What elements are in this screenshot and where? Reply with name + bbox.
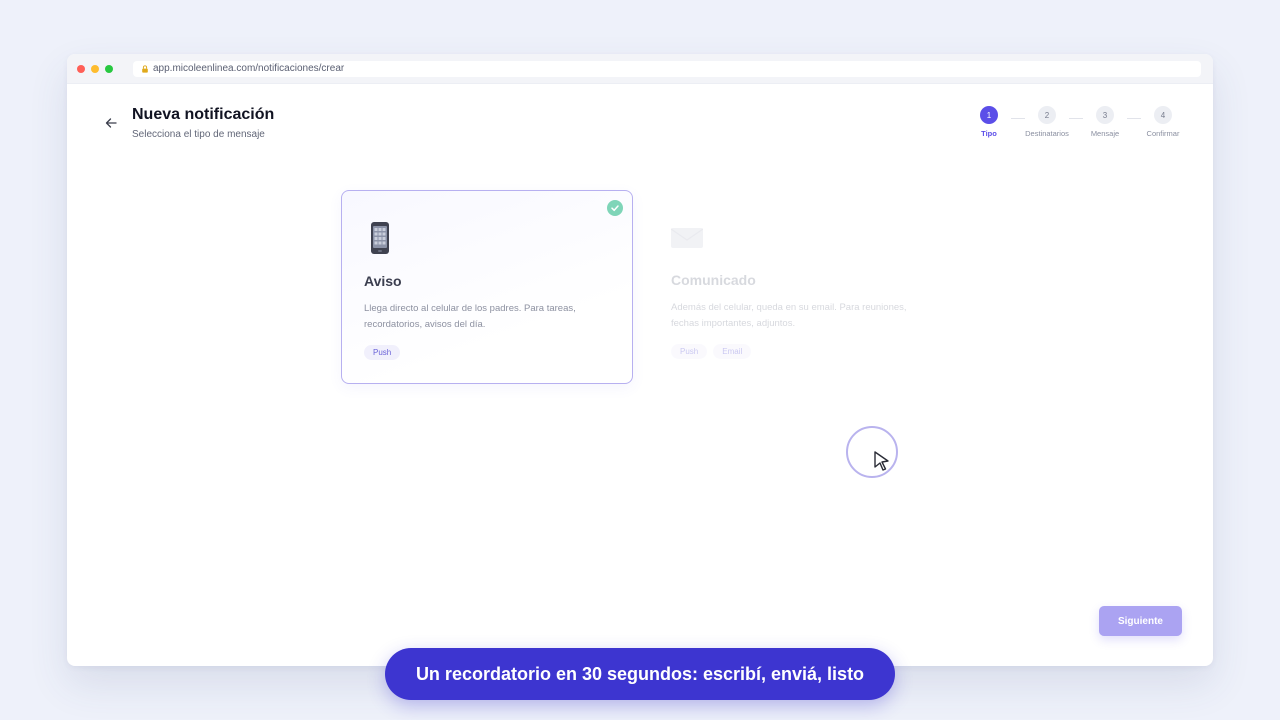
- step-number: 2: [1038, 106, 1056, 124]
- channel-chips: Push: [364, 345, 401, 360]
- step-tipo[interactable]: 1 Tipo: [967, 106, 1011, 138]
- minimize-window-button[interactable]: [91, 64, 99, 73]
- url-text: app.micoleenlinea.com/notificaciones/cre…: [153, 63, 345, 74]
- card-aviso[interactable]: Aviso Llega directo al celular de los pa…: [341, 190, 633, 384]
- envelope-icon: [671, 228, 703, 248]
- window-controls: [77, 64, 113, 73]
- page-title: Nueva notificación: [132, 106, 275, 123]
- card-description: Además del celular, queda en su email. P…: [671, 302, 907, 329]
- step-label: Confirmar: [1146, 129, 1180, 138]
- mouse-pointer-icon: [874, 451, 889, 471]
- card-comunicado[interactable]: Comunicado Además del celular, queda en …: [649, 190, 941, 384]
- step-label: Destinatarios: [1025, 129, 1069, 138]
- browser-chrome: app.micoleenlinea.com/notificaciones/cre…: [67, 54, 1213, 84]
- card-title: Comunicado: [671, 272, 756, 288]
- chip-push: Push: [364, 345, 401, 360]
- browser-window: app.micoleenlinea.com/notificaciones/cre…: [67, 54, 1213, 666]
- step-label: Mensaje: [1090, 129, 1120, 138]
- video-caption: Un recordatorio en 30 segundos: escribí,…: [385, 648, 895, 700]
- page-content: Nueva notificación Selecciona el tipo de…: [67, 84, 1213, 666]
- check-icon: [607, 200, 623, 216]
- step-connector: [1011, 118, 1025, 119]
- stepper: 1 Tipo 2 Destinatarios 3 Mensaje 4 Confi…: [967, 106, 1185, 138]
- lock-icon: [142, 64, 148, 73]
- card-title: Aviso: [364, 273, 402, 289]
- back-arrow-icon[interactable]: [104, 116, 118, 130]
- chip-email: Email: [713, 344, 752, 359]
- channel-chips: Push Email: [671, 344, 752, 359]
- close-window-button[interactable]: [77, 64, 85, 73]
- step-connector: [1127, 118, 1141, 119]
- card-description: Llega directo al celular de los padres. …: [364, 303, 576, 330]
- chip-push: Push: [671, 344, 708, 359]
- step-connector: [1069, 118, 1083, 119]
- step-number: 3: [1096, 106, 1114, 124]
- address-bar[interactable]: app.micoleenlinea.com/notificaciones/cre…: [133, 60, 1201, 77]
- step-number: 1: [980, 106, 998, 124]
- mobile-phone-icon: [371, 222, 389, 254]
- next-button[interactable]: Siguiente: [1099, 606, 1182, 636]
- step-mensaje[interactable]: 3 Mensaje: [1083, 106, 1127, 138]
- step-label: Tipo: [981, 129, 997, 138]
- page-subtitle: Selecciona el tipo de mensaje: [132, 129, 265, 140]
- maximize-window-button[interactable]: [105, 64, 113, 73]
- step-confirmar[interactable]: 4 Confirmar: [1141, 106, 1185, 138]
- step-number: 4: [1154, 106, 1172, 124]
- step-destinatarios[interactable]: 2 Destinatarios: [1025, 106, 1069, 138]
